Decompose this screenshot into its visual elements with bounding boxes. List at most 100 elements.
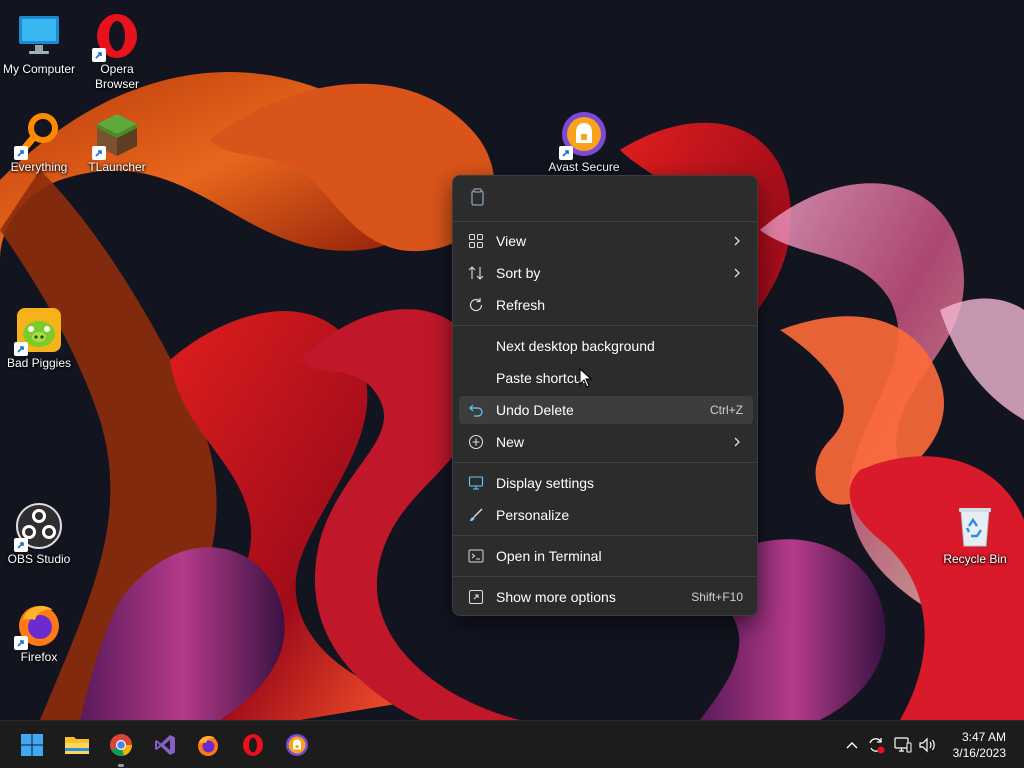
menu-item-personalize[interactable]: Personalize (459, 501, 753, 529)
taskbar-visual-studio[interactable] (149, 729, 181, 761)
desktop-icon-label: Everything (10, 160, 68, 174)
bad-piggies-icon (14, 306, 63, 356)
menu-item-label: Refresh (496, 297, 546, 313)
desktop-icon-obs-studio[interactable]: OBS Studio (0, 496, 78, 567)
desktop-icon-label: Opera Browser (94, 62, 139, 91)
chrome-icon (110, 734, 133, 757)
file-explorer-icon (65, 737, 89, 754)
minecraft-grass-block-icon (92, 110, 141, 160)
visual-studio-icon (155, 735, 175, 755)
desktop-icon-tlauncher[interactable]: TLauncher (78, 104, 156, 175)
menu-item-label: Next desktop background (496, 338, 655, 354)
desktop-icon-label: Recycle Bin (943, 552, 1007, 566)
menu-item-display-settings[interactable]: Display settings (459, 469, 753, 497)
menu-item-label: Paste shortcut (496, 370, 586, 386)
desktop-icon-label: Bad Piggies (6, 356, 72, 370)
paste-button[interactable] (463, 184, 491, 212)
avast-browser-icon (286, 734, 308, 756)
chevron-right-icon (734, 236, 740, 246)
taskbar-avast-secure-browser[interactable] (281, 729, 313, 761)
clock-date: 3/16/2023 (952, 746, 1006, 760)
shortcut-arrow-icon (92, 48, 106, 62)
obs-studio-icon (14, 502, 63, 552)
menu-item-new[interactable]: New (459, 428, 753, 456)
desktop-icon-label: Avast Secure (548, 160, 620, 174)
shortcut-arrow-icon (14, 342, 28, 356)
menu-item-label: New (496, 434, 525, 450)
desktop-icon-label: TLauncher (88, 160, 146, 174)
menu-item-label: View (496, 233, 527, 249)
menu-item-label: Personalize (496, 507, 570, 523)
menu-item-label: Sort by (496, 265, 541, 281)
menu-item-sort-by[interactable]: Sort by (459, 259, 753, 287)
monitor-icon (15, 12, 63, 60)
chevron-up-icon[interactable] (842, 735, 862, 755)
start-button[interactable] (16, 729, 48, 761)
keyboard-shortcut: Shift+F10 (691, 590, 743, 604)
menu-item-next-desktop-background[interactable]: Next desktop background (459, 332, 753, 360)
view-grid-icon (469, 234, 483, 248)
shortcut-arrow-icon (14, 538, 28, 552)
terminal-icon (468, 549, 484, 563)
menu-separator (453, 221, 757, 222)
system-clock[interactable]: 3:47 AM 3/16/2023 (953, 729, 1006, 761)
desktop-icon-label: OBS Studio (7, 552, 71, 566)
desktop-icon-my-computer[interactable]: My Computer (0, 6, 78, 77)
menu-item-view[interactable]: View (459, 227, 753, 255)
refresh-icon (469, 298, 483, 312)
volume-icon[interactable] (918, 735, 938, 755)
menu-item-label: Display settings (496, 475, 595, 491)
taskbar: 3:47 AM 3/16/2023 (0, 720, 1024, 768)
taskbar-opera[interactable] (237, 729, 269, 761)
opera-icon (243, 734, 263, 756)
menu-item-paste-shortcut[interactable]: Paste shortcut (459, 364, 753, 392)
menu-item-show-more-options[interactable]: Show more options Shift+F10 (459, 583, 753, 611)
desktop-context-menu: View Sort by Refresh Next desktop backgr… (452, 175, 758, 616)
recycle-bin-icon (951, 502, 999, 550)
desktop-icon-bad-piggies[interactable]: Bad Piggies (0, 300, 78, 371)
desktop-icon-label: Firefox (20, 650, 58, 664)
paste-icon (471, 188, 484, 206)
menu-item-open-in-terminal[interactable]: Open in Terminal (459, 542, 753, 570)
chevron-right-icon (734, 437, 740, 447)
shortcut-arrow-icon (92, 146, 106, 160)
sync-icon[interactable] (866, 735, 886, 755)
network-icon[interactable] (893, 735, 913, 755)
display-icon (468, 476, 484, 490)
sort-icon (468, 266, 484, 280)
taskbar-firefox[interactable] (192, 729, 224, 761)
keyboard-shortcut: Ctrl+Z (710, 403, 743, 417)
taskbar-file-explorer[interactable] (61, 729, 93, 761)
clock-time: 3:47 AM (961, 730, 1006, 744)
shortcut-arrow-icon (14, 146, 28, 160)
firefox-icon (14, 600, 63, 650)
desktop-icon-opera-browser[interactable]: Opera Browser (78, 6, 156, 92)
new-plus-icon (468, 434, 484, 450)
menu-item-label: Show more options (496, 589, 616, 605)
desktop-icon-label: My Computer (2, 62, 76, 76)
more-options-icon (469, 590, 483, 604)
desktop-icon-avast-secure[interactable]: Avast Secure (545, 104, 623, 175)
mouse-cursor-icon (579, 368, 593, 388)
brush-icon (470, 508, 483, 521)
shortcut-arrow-icon (559, 146, 573, 160)
menu-item-undo-delete[interactable]: Undo Delete Ctrl+Z (459, 396, 753, 424)
opera-icon (92, 12, 141, 62)
menu-item-label: Open in Terminal (496, 548, 602, 564)
menu-separator (453, 535, 757, 536)
start-icon (21, 734, 43, 756)
taskbar-chrome[interactable] (105, 729, 137, 767)
desktop-icon-recycle-bin[interactable]: Recycle Bin (936, 496, 1014, 567)
running-indicator (118, 764, 124, 767)
menu-item-label: Undo Delete (496, 402, 574, 418)
menu-separator (453, 576, 757, 577)
avast-browser-icon (559, 110, 608, 160)
menu-item-refresh[interactable]: Refresh (459, 291, 753, 319)
chevron-right-icon (734, 268, 740, 278)
menu-separator (453, 325, 757, 326)
firefox-icon (198, 735, 218, 756)
undo-icon (469, 404, 483, 417)
everything-search-icon (14, 110, 63, 160)
desktop-icon-firefox[interactable]: Firefox (0, 594, 78, 665)
desktop-icon-everything[interactable]: Everything (0, 104, 78, 175)
